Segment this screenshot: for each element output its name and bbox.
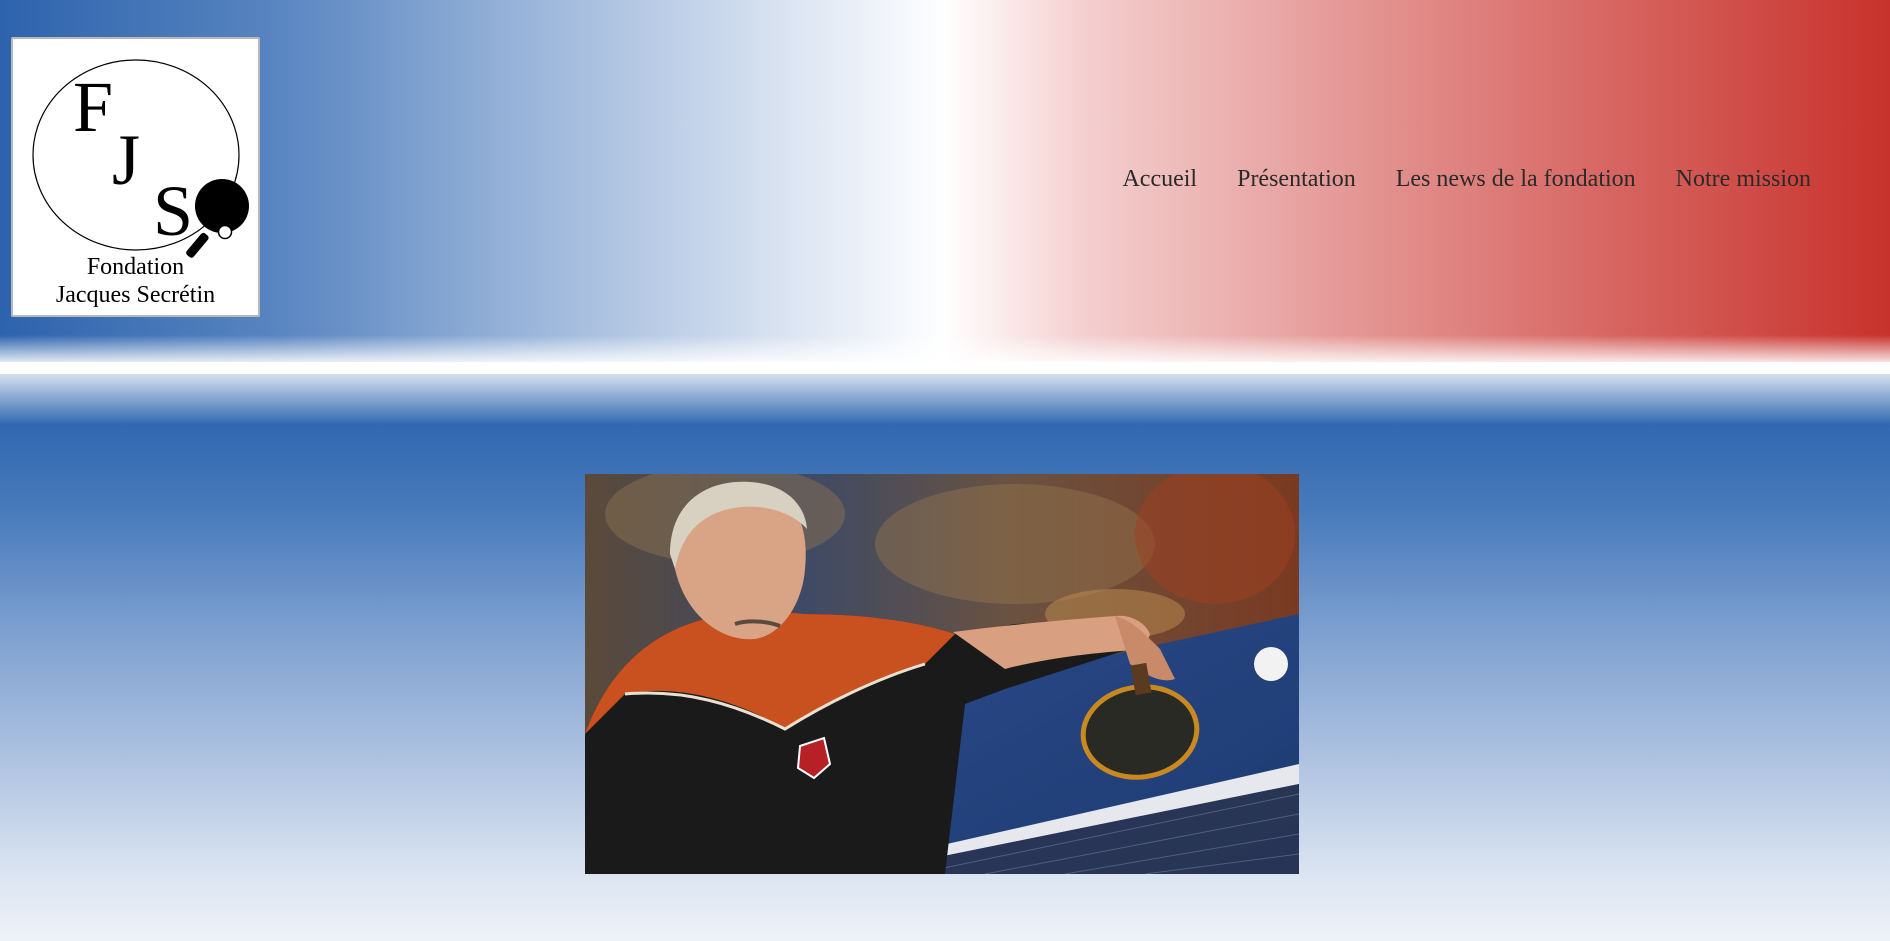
logo-caption-line1: Fondation <box>86 254 185 280</box>
logo-caption-line2: Jacques Secrétin <box>55 282 216 308</box>
nav-item-presentation[interactable]: Présentation <box>1217 164 1376 194</box>
logo-letter-j: J <box>112 120 140 200</box>
header-fade <box>0 335 1890 362</box>
logo-letter-f: F <box>73 67 113 147</box>
nav-item-accueil[interactable]: Accueil <box>1102 164 1217 194</box>
hero-image <box>585 474 1299 874</box>
nav-item-mission[interactable]: Notre mission <box>1656 164 1811 194</box>
table-tennis-player-photo-icon <box>585 474 1299 874</box>
site-logo[interactable]: F J S Fondation Jacques Secrétin <box>11 37 260 317</box>
logo-letter-s: S <box>153 171 193 251</box>
header-divider <box>0 362 1890 374</box>
nav-item-news[interactable]: Les news de la fondation <box>1376 164 1656 194</box>
ping-pong-paddle-icon <box>186 179 249 258</box>
main-nav: Accueil Présentation Les news de la fond… <box>1102 164 1811 194</box>
